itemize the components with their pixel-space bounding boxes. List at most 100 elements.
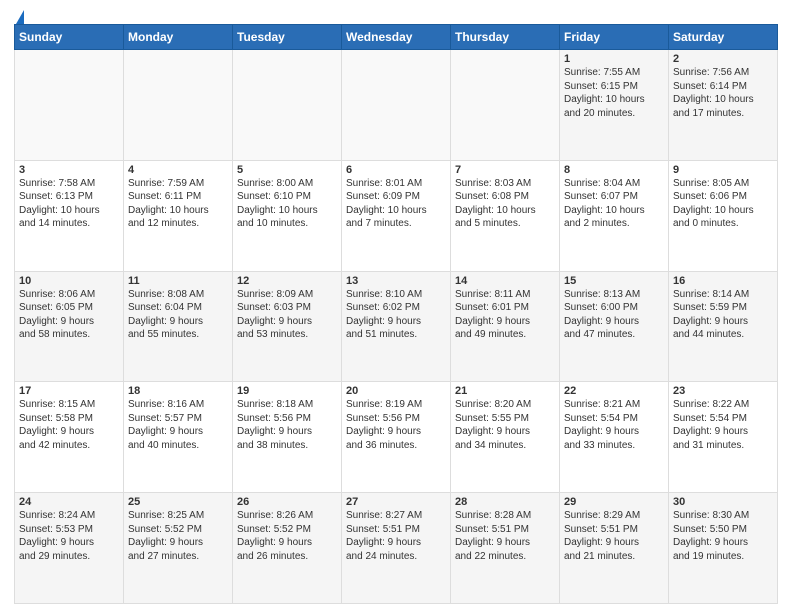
day-info: Sunrise: 8:04 AM Sunset: 6:07 PM Dayligh… — [564, 177, 664, 231]
calendar-cell: 22Sunrise: 8:21 AM Sunset: 5:54 PM Dayli… — [560, 382, 669, 493]
calendar-cell: 26Sunrise: 8:26 AM Sunset: 5:52 PM Dayli… — [233, 493, 342, 604]
day-number: 15 — [564, 275, 664, 287]
day-info: Sunrise: 7:59 AM Sunset: 6:11 PM Dayligh… — [128, 177, 228, 231]
day-info: Sunrise: 8:01 AM Sunset: 6:09 PM Dayligh… — [346, 177, 446, 231]
calendar-cell: 8Sunrise: 8:04 AM Sunset: 6:07 PM Daylig… — [560, 160, 669, 271]
calendar-cell: 12Sunrise: 8:09 AM Sunset: 6:03 PM Dayli… — [233, 271, 342, 382]
week-row-2: 10Sunrise: 8:06 AM Sunset: 6:05 PM Dayli… — [15, 271, 778, 382]
day-number: 8 — [564, 164, 664, 176]
day-number: 14 — [455, 275, 555, 287]
day-info: Sunrise: 8:05 AM Sunset: 6:06 PM Dayligh… — [673, 177, 773, 231]
weekday-header-thursday: Thursday — [451, 25, 560, 50]
calendar-cell: 4Sunrise: 7:59 AM Sunset: 6:11 PM Daylig… — [124, 160, 233, 271]
day-info: Sunrise: 8:13 AM Sunset: 6:00 PM Dayligh… — [564, 288, 664, 342]
day-number: 9 — [673, 164, 773, 176]
page: SundayMondayTuesdayWednesdayThursdayFrid… — [0, 0, 792, 612]
day-number: 27 — [346, 496, 446, 508]
calendar-cell: 7Sunrise: 8:03 AM Sunset: 6:08 PM Daylig… — [451, 160, 560, 271]
day-info: Sunrise: 8:22 AM Sunset: 5:54 PM Dayligh… — [673, 398, 773, 452]
day-number: 5 — [237, 164, 337, 176]
calendar-cell: 25Sunrise: 8:25 AM Sunset: 5:52 PM Dayli… — [124, 493, 233, 604]
day-number: 20 — [346, 385, 446, 397]
day-number: 21 — [455, 385, 555, 397]
calendar-cell: 9Sunrise: 8:05 AM Sunset: 6:06 PM Daylig… — [669, 160, 778, 271]
day-number: 1 — [564, 53, 664, 65]
day-info: Sunrise: 7:55 AM Sunset: 6:15 PM Dayligh… — [564, 66, 664, 120]
day-info: Sunrise: 8:27 AM Sunset: 5:51 PM Dayligh… — [346, 509, 446, 563]
day-number: 22 — [564, 385, 664, 397]
day-info: Sunrise: 8:20 AM Sunset: 5:55 PM Dayligh… — [455, 398, 555, 452]
calendar-cell: 10Sunrise: 8:06 AM Sunset: 6:05 PM Dayli… — [15, 271, 124, 382]
day-info: Sunrise: 8:21 AM Sunset: 5:54 PM Dayligh… — [564, 398, 664, 452]
day-number: 18 — [128, 385, 228, 397]
weekday-header-wednesday: Wednesday — [342, 25, 451, 50]
calendar-cell — [15, 50, 124, 161]
day-info: Sunrise: 8:26 AM Sunset: 5:52 PM Dayligh… — [237, 509, 337, 563]
calendar-cell: 17Sunrise: 8:15 AM Sunset: 5:58 PM Dayli… — [15, 382, 124, 493]
calendar-cell: 3Sunrise: 7:58 AM Sunset: 6:13 PM Daylig… — [15, 160, 124, 271]
calendar-cell: 2Sunrise: 7:56 AM Sunset: 6:14 PM Daylig… — [669, 50, 778, 161]
day-number: 23 — [673, 385, 773, 397]
calendar-cell: 1Sunrise: 7:55 AM Sunset: 6:15 PM Daylig… — [560, 50, 669, 161]
calendar-cell — [451, 50, 560, 161]
day-info: Sunrise: 8:29 AM Sunset: 5:51 PM Dayligh… — [564, 509, 664, 563]
week-row-0: 1Sunrise: 7:55 AM Sunset: 6:15 PM Daylig… — [15, 50, 778, 161]
calendar-cell: 28Sunrise: 8:28 AM Sunset: 5:51 PM Dayli… — [451, 493, 560, 604]
day-info: Sunrise: 8:28 AM Sunset: 5:51 PM Dayligh… — [455, 509, 555, 563]
day-info: Sunrise: 8:24 AM Sunset: 5:53 PM Dayligh… — [19, 509, 119, 563]
calendar-cell: 6Sunrise: 8:01 AM Sunset: 6:09 PM Daylig… — [342, 160, 451, 271]
calendar-table: SundayMondayTuesdayWednesdayThursdayFrid… — [14, 24, 778, 604]
calendar-cell — [233, 50, 342, 161]
day-info: Sunrise: 8:14 AM Sunset: 5:59 PM Dayligh… — [673, 288, 773, 342]
day-info: Sunrise: 8:09 AM Sunset: 6:03 PM Dayligh… — [237, 288, 337, 342]
calendar-cell: 20Sunrise: 8:19 AM Sunset: 5:56 PM Dayli… — [342, 382, 451, 493]
week-row-3: 17Sunrise: 8:15 AM Sunset: 5:58 PM Dayli… — [15, 382, 778, 493]
calendar-cell: 24Sunrise: 8:24 AM Sunset: 5:53 PM Dayli… — [15, 493, 124, 604]
calendar-cell: 15Sunrise: 8:13 AM Sunset: 6:00 PM Dayli… — [560, 271, 669, 382]
calendar-cell — [124, 50, 233, 161]
day-number: 30 — [673, 496, 773, 508]
day-info: Sunrise: 8:25 AM Sunset: 5:52 PM Dayligh… — [128, 509, 228, 563]
day-number: 6 — [346, 164, 446, 176]
day-number: 26 — [237, 496, 337, 508]
weekday-header-row: SundayMondayTuesdayWednesdayThursdayFrid… — [15, 25, 778, 50]
logo — [14, 10, 24, 22]
calendar-cell: 27Sunrise: 8:27 AM Sunset: 5:51 PM Dayli… — [342, 493, 451, 604]
day-number: 17 — [19, 385, 119, 397]
day-number: 28 — [455, 496, 555, 508]
calendar-cell: 16Sunrise: 8:14 AM Sunset: 5:59 PM Dayli… — [669, 271, 778, 382]
weekday-header-monday: Monday — [124, 25, 233, 50]
weekday-header-saturday: Saturday — [669, 25, 778, 50]
week-row-1: 3Sunrise: 7:58 AM Sunset: 6:13 PM Daylig… — [15, 160, 778, 271]
logo-triangle-icon — [16, 10, 24, 24]
day-number: 4 — [128, 164, 228, 176]
day-info: Sunrise: 8:19 AM Sunset: 5:56 PM Dayligh… — [346, 398, 446, 452]
calendar-header: SundayMondayTuesdayWednesdayThursdayFrid… — [15, 25, 778, 50]
day-number: 10 — [19, 275, 119, 287]
day-info: Sunrise: 7:58 AM Sunset: 6:13 PM Dayligh… — [19, 177, 119, 231]
day-info: Sunrise: 8:30 AM Sunset: 5:50 PM Dayligh… — [673, 509, 773, 563]
day-info: Sunrise: 8:10 AM Sunset: 6:02 PM Dayligh… — [346, 288, 446, 342]
day-info: Sunrise: 8:16 AM Sunset: 5:57 PM Dayligh… — [128, 398, 228, 452]
day-number: 19 — [237, 385, 337, 397]
day-number: 3 — [19, 164, 119, 176]
day-number: 24 — [19, 496, 119, 508]
weekday-header-sunday: Sunday — [15, 25, 124, 50]
day-info: Sunrise: 8:00 AM Sunset: 6:10 PM Dayligh… — [237, 177, 337, 231]
calendar-cell: 30Sunrise: 8:30 AM Sunset: 5:50 PM Dayli… — [669, 493, 778, 604]
week-row-4: 24Sunrise: 8:24 AM Sunset: 5:53 PM Dayli… — [15, 493, 778, 604]
calendar-cell: 13Sunrise: 8:10 AM Sunset: 6:02 PM Dayli… — [342, 271, 451, 382]
header — [14, 10, 778, 22]
day-number: 7 — [455, 164, 555, 176]
day-info: Sunrise: 8:03 AM Sunset: 6:08 PM Dayligh… — [455, 177, 555, 231]
day-number: 11 — [128, 275, 228, 287]
calendar-cell: 19Sunrise: 8:18 AM Sunset: 5:56 PM Dayli… — [233, 382, 342, 493]
day-info: Sunrise: 7:56 AM Sunset: 6:14 PM Dayligh… — [673, 66, 773, 120]
calendar-cell: 11Sunrise: 8:08 AM Sunset: 6:04 PM Dayli… — [124, 271, 233, 382]
weekday-header-friday: Friday — [560, 25, 669, 50]
calendar-cell: 23Sunrise: 8:22 AM Sunset: 5:54 PM Dayli… — [669, 382, 778, 493]
day-number: 2 — [673, 53, 773, 65]
calendar-cell: 21Sunrise: 8:20 AM Sunset: 5:55 PM Dayli… — [451, 382, 560, 493]
day-number: 12 — [237, 275, 337, 287]
calendar-cell: 18Sunrise: 8:16 AM Sunset: 5:57 PM Dayli… — [124, 382, 233, 493]
